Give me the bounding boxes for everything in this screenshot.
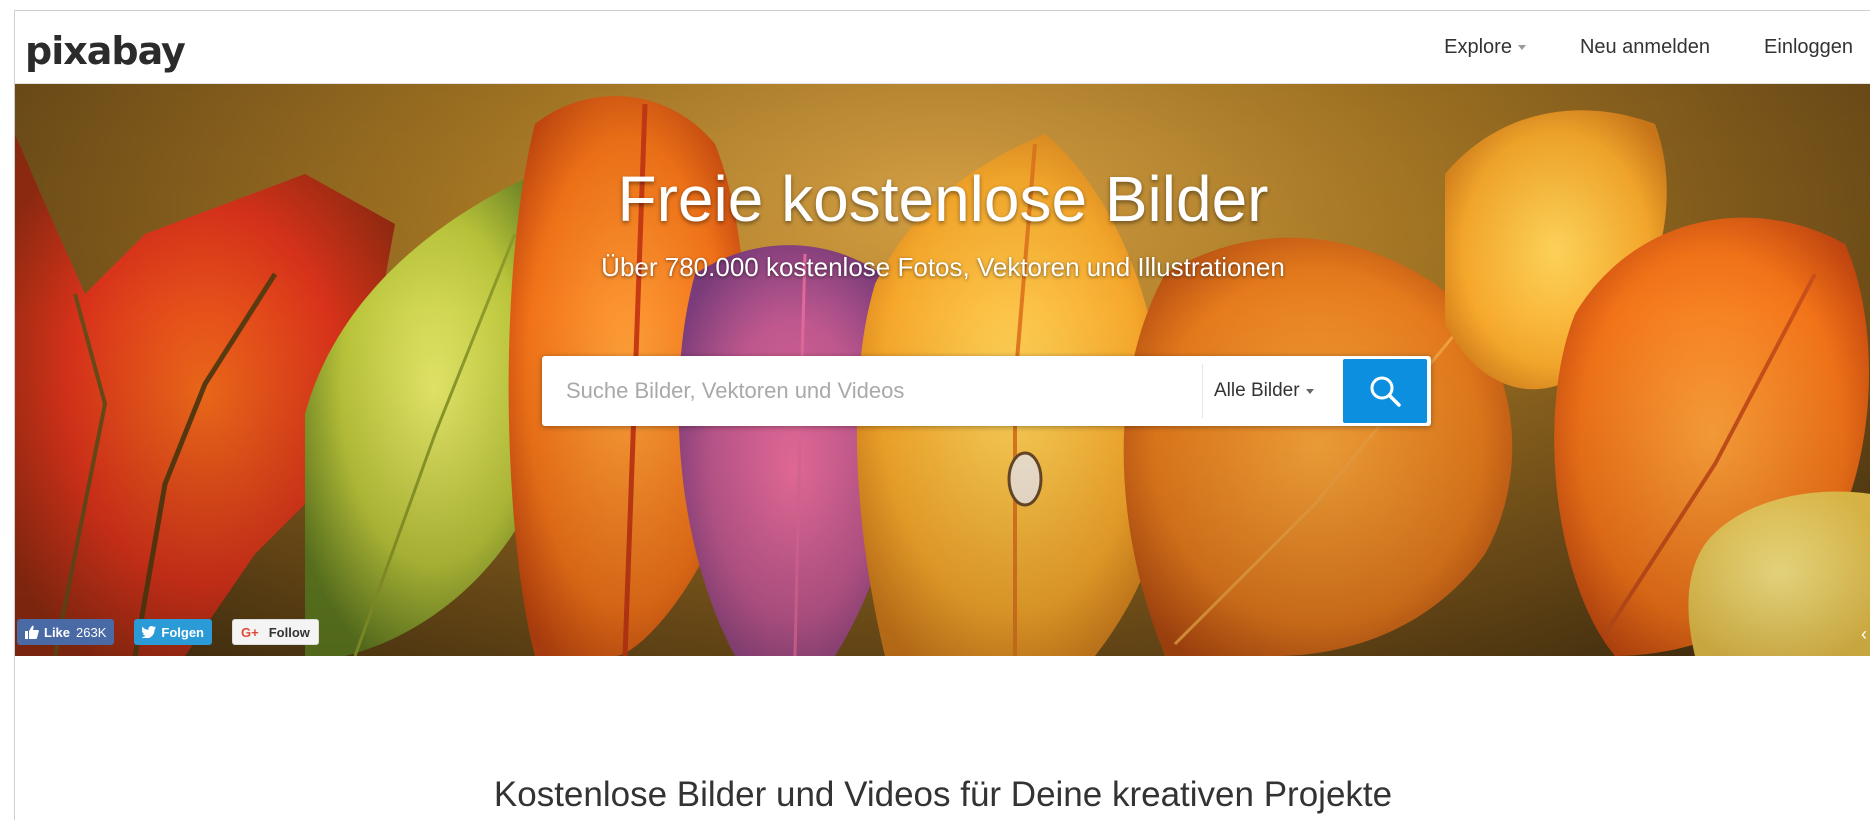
- hero-banner: Freie kostenlose Bilder Über 780.000 kos…: [15, 84, 1870, 656]
- facebook-like-count: 263K: [76, 624, 107, 640]
- twitter-bird-icon: [142, 626, 157, 638]
- google-plus-icon: G+: [241, 624, 259, 640]
- google-plus-follow-label: Follow: [268, 624, 310, 640]
- nav-signup[interactable]: Neu anmelden: [1580, 36, 1710, 59]
- nav-explore[interactable]: Explore: [1444, 36, 1526, 59]
- social-buttons: Like 263K Folgen G+ Follow: [17, 619, 339, 645]
- tagline: Kostenlose Bilder und Videos für Deine k…: [493, 775, 1393, 814]
- search-icon: [1370, 376, 1401, 407]
- search-button[interactable]: [1343, 359, 1427, 423]
- chevron-right-icon[interactable]: ‹: [1861, 624, 1867, 645]
- caret-down-icon: [1517, 44, 1526, 50]
- nav-login[interactable]: Einloggen: [1764, 36, 1853, 59]
- twitter-follow-button[interactable]: Folgen: [134, 619, 212, 645]
- search-bar: Alle Bilder: [542, 356, 1431, 426]
- search-divider: [1202, 364, 1203, 418]
- logo[interactable]: pixabay: [25, 29, 186, 73]
- hero-title: Freie kostenlose Bilder: [617, 163, 1269, 235]
- site-header: pixabay Explore Neu anmelden Einloggen: [15, 11, 1870, 84]
- facebook-like-button[interactable]: Like 263K: [17, 619, 115, 645]
- search-input[interactable]: [542, 356, 1192, 426]
- hero-subtitle: Über 780.000 kostenlose Fotos, Vektoren …: [601, 252, 1285, 282]
- search-filter-label: Alle Bilder: [1214, 380, 1300, 401]
- twitter-follow-label: Folgen: [161, 624, 204, 640]
- thumbs-up-icon: [25, 625, 39, 639]
- nav-explore-label: Explore: [1444, 35, 1512, 58]
- caret-down-icon: [1305, 388, 1314, 394]
- page: pixabay Explore Neu anmelden Einloggen F…: [14, 10, 1870, 820]
- facebook-like-label: Like: [44, 624, 71, 640]
- google-plus-follow-button[interactable]: G+ Follow: [232, 619, 319, 645]
- top-nav: Explore Neu anmelden Einloggen: [1390, 11, 1853, 83]
- search-filter-dropdown[interactable]: Alle Bilder: [1214, 356, 1314, 426]
